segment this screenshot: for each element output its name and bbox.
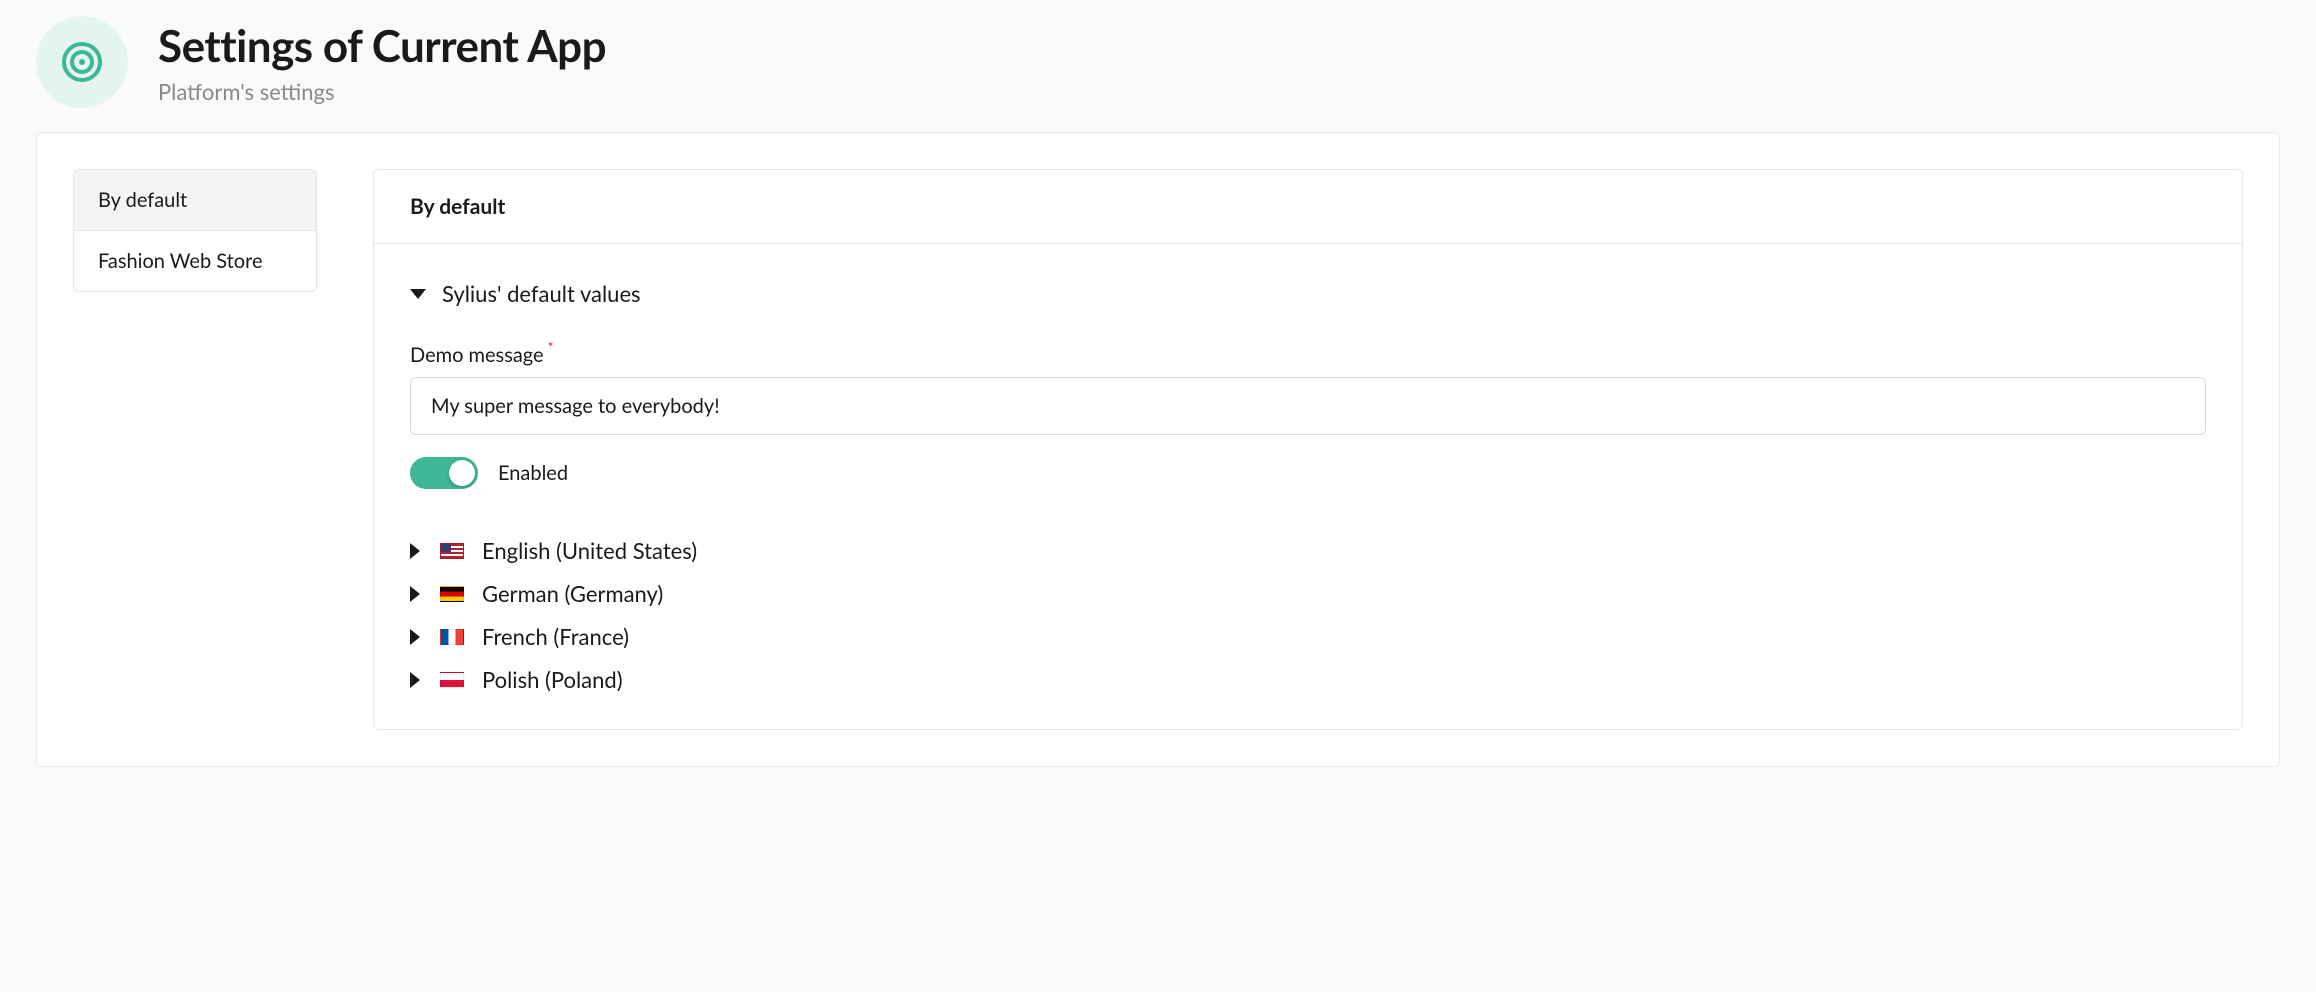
locale-item-en-us[interactable]: English (United States) — [410, 537, 2206, 564]
required-star-icon: * — [548, 341, 554, 355]
toggle-knob — [449, 460, 475, 486]
content-title: By default — [374, 170, 2242, 244]
sidebar-item-label: Fashion Web Store — [98, 249, 263, 273]
settings-sidebar: By default Fashion Web Store — [73, 169, 317, 292]
locale-label: English (United States) — [482, 537, 697, 564]
main-card: By default Fashion Web Store By default … — [36, 132, 2280, 767]
page-subtitle: Platform's settings — [158, 78, 606, 105]
caret-right-icon — [410, 672, 420, 688]
enabled-toggle[interactable] — [410, 457, 478, 489]
enabled-label: Enabled — [498, 461, 568, 485]
sidebar-item-label: By default — [98, 188, 187, 212]
content-panel: By default Sylius' default values Demo m… — [373, 169, 2243, 730]
caret-right-icon — [410, 629, 420, 645]
locale-label: Polish (Poland) — [482, 666, 623, 693]
caret-down-icon — [410, 289, 426, 299]
locale-label: French (France) — [482, 623, 629, 650]
field-enabled: Enabled — [410, 457, 2206, 489]
flag-de-icon — [440, 586, 464, 602]
flag-fr-icon — [440, 629, 464, 645]
locale-item-pl-pl[interactable]: Polish (Poland) — [410, 666, 2206, 693]
page-header: Settings of Current App Platform's setti… — [0, 0, 2316, 132]
locale-item-fr-fr[interactable]: French (France) — [410, 623, 2206, 650]
section-default-values-toggle[interactable]: Sylius' default values — [410, 280, 2206, 307]
target-icon — [60, 40, 104, 84]
field-label-text: Demo message — [410, 343, 544, 367]
page-title: Settings of Current App — [158, 20, 606, 72]
locale-list: English (United States) German (Germany)… — [410, 537, 2206, 693]
caret-right-icon — [410, 586, 420, 602]
locale-item-de-de[interactable]: German (Germany) — [410, 580, 2206, 607]
field-demo-message: Demo message * — [410, 343, 2206, 435]
app-icon-wrap — [36, 16, 128, 108]
sidebar-item-fashion-web-store[interactable]: Fashion Web Store — [74, 230, 316, 291]
flag-us-icon — [440, 543, 464, 559]
flag-pl-icon — [440, 672, 464, 688]
locale-label: German (Germany) — [482, 580, 663, 607]
sidebar-item-by-default[interactable]: By default — [74, 170, 316, 230]
section-title: Sylius' default values — [442, 280, 641, 307]
caret-right-icon — [410, 543, 420, 559]
demo-message-input[interactable] — [410, 377, 2206, 435]
